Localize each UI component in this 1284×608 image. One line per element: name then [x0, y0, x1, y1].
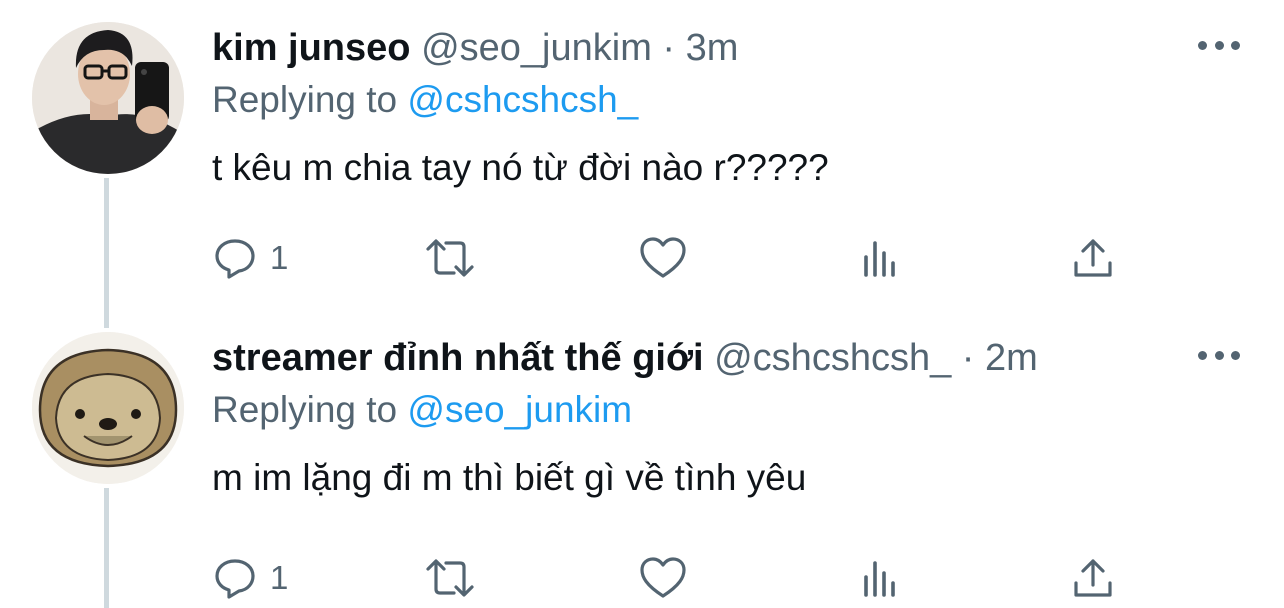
retweet-button[interactable] [422, 230, 478, 286]
display-name[interactable]: kim junseo [212, 27, 411, 69]
separator: · [662, 27, 676, 69]
person-photo-avatar-icon [32, 22, 184, 174]
avatar[interactable] [32, 22, 184, 174]
like-button[interactable] [638, 230, 688, 286]
sloth-avatar-icon [32, 332, 184, 484]
reply-icon [215, 559, 255, 599]
separator: · [961, 337, 975, 379]
replying-to-label: Replying to [212, 389, 398, 430]
like-icon [640, 237, 686, 278]
share-icon [1074, 239, 1112, 277]
reply-count: 1 [270, 559, 289, 596]
like-button[interactable] [638, 550, 688, 606]
action-bar: 1 [212, 550, 1152, 606]
mention-link[interactable]: @cshcshcsh_ [407, 79, 638, 120]
avatar[interactable] [32, 332, 184, 484]
reply-button[interactable]: 1 [212, 550, 288, 606]
tweet[interactable]: streamer đỉnh nhất thế giới @cshcshcsh_ … [0, 310, 1284, 608]
views-icon [864, 241, 895, 277]
thread-connector [104, 488, 109, 608]
views-button[interactable] [858, 550, 902, 606]
retweet-icon [426, 559, 474, 597]
share-icon [1074, 559, 1112, 597]
handle[interactable]: @cshcshcsh_ [714, 337, 951, 379]
tweet[interactable]: kim junseo @seo_junkim · 3m Replying to … [0, 0, 1284, 328]
retweet-icon [426, 239, 474, 277]
reply-icon [215, 239, 255, 279]
share-button[interactable] [1070, 550, 1116, 606]
replying-to: Replying to @cshcshcsh_ [212, 78, 638, 122]
mention-link[interactable]: @seo_junkim [407, 389, 632, 430]
views-icon [864, 561, 895, 597]
tweet-text: t kêu m chia tay nó từ đời nào r????? [212, 147, 829, 188]
more-icon[interactable] [1198, 340, 1240, 370]
like-icon [640, 557, 686, 598]
display-name[interactable]: streamer đỉnh nhất thế giới [212, 337, 704, 379]
tweet-text: m im lặng đi m thì biết gì về tình yêu [212, 457, 807, 498]
share-button[interactable] [1070, 230, 1116, 286]
more-icon[interactable] [1198, 30, 1240, 60]
reply-count: 1 [270, 239, 289, 276]
tweet-header: streamer đỉnh nhất thế giới @cshcshcsh_ … [212, 336, 1038, 380]
replying-to: Replying to @seo_junkim [212, 388, 632, 432]
thread-connector [104, 178, 109, 328]
action-bar: 1 [212, 230, 1152, 286]
handle[interactable]: @seo_junkim [421, 27, 652, 69]
retweet-button[interactable] [422, 550, 478, 606]
timestamp[interactable]: 2m [985, 337, 1038, 379]
reply-button[interactable]: 1 [212, 230, 288, 286]
timestamp[interactable]: 3m [686, 27, 739, 69]
replying-to-label: Replying to [212, 79, 398, 120]
tweet-header: kim junseo @seo_junkim · 3m [212, 26, 738, 70]
views-button[interactable] [858, 230, 902, 286]
